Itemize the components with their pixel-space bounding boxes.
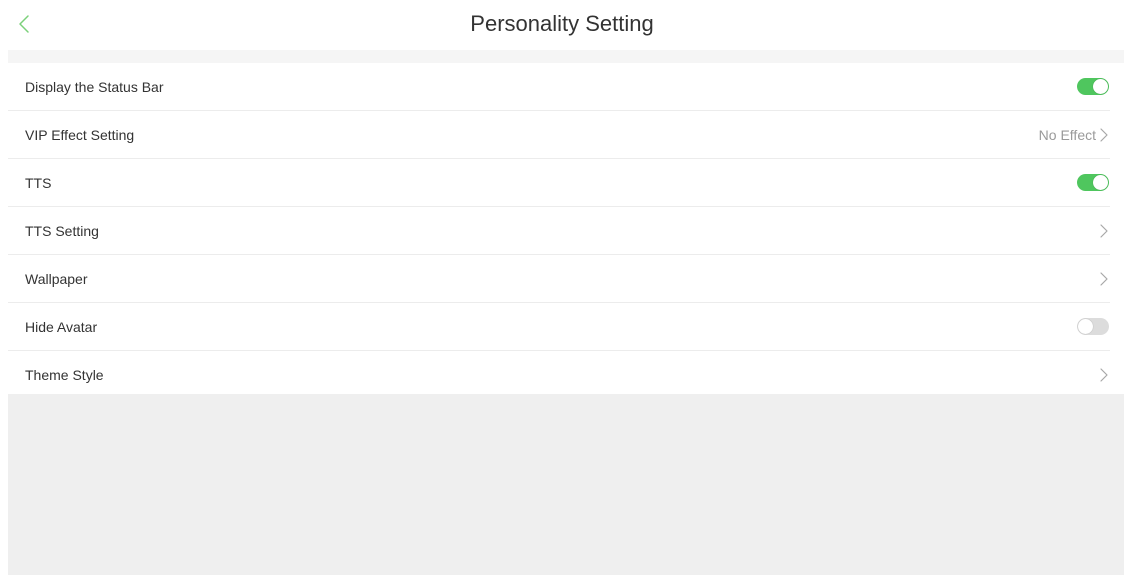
status-bar-toggle[interactable] (1077, 78, 1109, 95)
setting-row-wallpaper[interactable]: Wallpaper (8, 255, 1110, 303)
chevron-right-icon (1100, 127, 1108, 142)
tts-toggle[interactable] (1077, 174, 1109, 191)
setting-label: Theme Style (25, 366, 104, 383)
toggle-knob (1093, 79, 1108, 94)
setting-row-vip-effect[interactable]: VIP Effect Setting No Effect (8, 111, 1110, 159)
toggle-knob (1078, 319, 1093, 334)
divider-band (8, 50, 1124, 63)
setting-control (1077, 78, 1110, 95)
setting-control (1098, 367, 1110, 383)
header: Personality Setting (0, 0, 1124, 50)
setting-value: No Effect (1038, 126, 1096, 143)
setting-control (1077, 174, 1110, 191)
setting-row-hide-avatar[interactable]: Hide Avatar (8, 303, 1110, 351)
setting-row-tts[interactable]: TTS (8, 159, 1110, 207)
setting-label: Hide Avatar (25, 318, 98, 335)
setting-control (1098, 223, 1110, 239)
hide-avatar-toggle[interactable] (1077, 318, 1109, 335)
setting-row-display-status-bar[interactable]: Display the Status Bar (8, 63, 1110, 111)
chevron-right-icon (1100, 367, 1108, 382)
setting-label: VIP Effect Setting (25, 126, 135, 143)
page-title: Personality Setting (470, 11, 654, 36)
setting-label: TTS (25, 174, 52, 191)
toggle-knob (1093, 175, 1108, 190)
setting-control (1098, 271, 1110, 287)
setting-label: Wallpaper (25, 270, 88, 287)
chevron-right-icon (1100, 271, 1108, 286)
setting-row-tts-setting[interactable]: TTS Setting (8, 207, 1110, 255)
chevron-right-icon (1100, 223, 1108, 238)
settings-list: Display the Status Bar VIP Effect Settin… (8, 63, 1110, 398)
setting-label: Display the Status Bar (25, 78, 164, 95)
setting-control (1077, 318, 1110, 335)
setting-row-theme-style[interactable]: Theme Style (8, 351, 1110, 398)
personality-setting-page: Personality Setting Display the Status B… (0, 0, 1124, 575)
setting-label: TTS Setting (25, 222, 99, 239)
setting-control: No Effect (1039, 127, 1110, 143)
empty-background-area (8, 394, 1124, 575)
